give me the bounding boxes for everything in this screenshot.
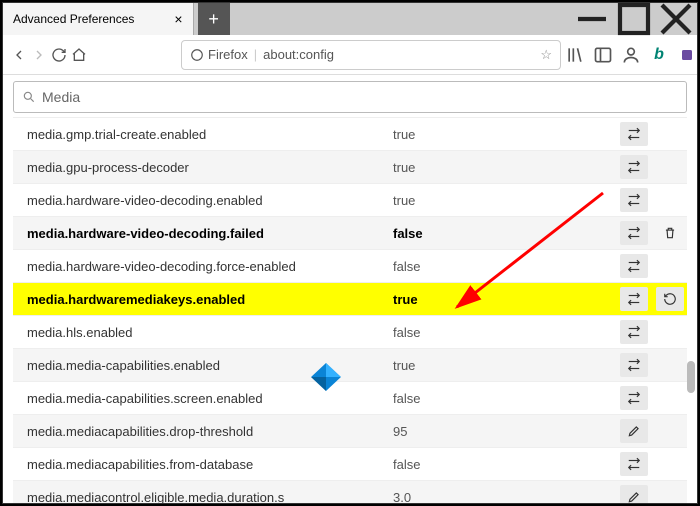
- sidebar-icon[interactable]: [593, 45, 613, 65]
- toggle-button[interactable]: [620, 122, 648, 146]
- pref-value: false: [393, 391, 615, 406]
- pref-name: media.media-capabilities.screen.enabled: [13, 391, 393, 406]
- edit-button[interactable]: [620, 485, 648, 503]
- pref-name: media.gpu-process-decoder: [13, 160, 393, 175]
- pref-name: media.hardware-video-decoding.force-enab…: [13, 259, 393, 274]
- titlebar: Advanced Preferences × +: [3, 3, 697, 35]
- pref-value: true: [393, 193, 615, 208]
- navigation-toolbar: Firefox | about:config ☆ b: [3, 35, 697, 75]
- reset-button[interactable]: [656, 287, 684, 311]
- toggle-button[interactable]: [620, 320, 648, 344]
- toggle-button[interactable]: [620, 452, 648, 476]
- identity-box[interactable]: Firefox: [190, 47, 248, 62]
- pref-name: media.gmp.trial-create.enabled: [13, 127, 393, 142]
- toggle-button[interactable]: [620, 221, 648, 245]
- url-bar[interactable]: Firefox | about:config ☆: [181, 40, 561, 70]
- pref-row: media.hls.enabledfalse: [13, 315, 687, 348]
- preferences-table: media.gmp.trial-create.enabledtruemedia.…: [13, 117, 687, 503]
- close-tab-icon[interactable]: ×: [174, 11, 182, 27]
- pref-value: true: [393, 160, 615, 175]
- browser-tab[interactable]: Advanced Preferences ×: [3, 3, 194, 35]
- pref-value: false: [393, 325, 615, 340]
- pref-row: media.hardware-video-decoding.enabledtru…: [13, 183, 687, 216]
- toggle-button[interactable]: [620, 254, 648, 278]
- content-area: Media media.gmp.trial-create.enabledtrue…: [3, 75, 697, 503]
- pref-name: media.hls.enabled: [13, 325, 393, 340]
- toggle-button[interactable]: [620, 188, 648, 212]
- pref-name: media.mediacontrol.eligible.media.durati…: [13, 490, 393, 504]
- pref-value: false: [393, 457, 615, 472]
- url-text: about:config: [263, 47, 534, 62]
- pref-value: true: [393, 292, 615, 307]
- watermark-logo: [311, 363, 341, 391]
- toggle-button[interactable]: [620, 287, 648, 311]
- delete-button[interactable]: [656, 221, 684, 245]
- toggle-button[interactable]: [620, 353, 648, 377]
- pref-row: media.mediacapabilities.from-databasefal…: [13, 447, 687, 480]
- pref-value: false: [393, 226, 615, 241]
- search-value: Media: [42, 89, 80, 105]
- edit-button[interactable]: [620, 419, 648, 443]
- pref-row: media.mediacontrol.eligible.media.durati…: [13, 480, 687, 503]
- tab-title: Advanced Preferences: [13, 12, 134, 26]
- pref-name: media.hardware-video-decoding.enabled: [13, 193, 393, 208]
- pref-name: media.hardwaremediakeys.enabled: [13, 292, 393, 307]
- home-button[interactable]: [71, 41, 87, 69]
- back-button[interactable]: [11, 41, 27, 69]
- toggle-button[interactable]: [620, 386, 648, 410]
- bing-extension-icon[interactable]: b: [649, 45, 669, 65]
- library-icon[interactable]: [565, 45, 585, 65]
- toggle-button[interactable]: [620, 155, 648, 179]
- pref-value: false: [393, 259, 615, 274]
- search-icon: [22, 90, 36, 104]
- pref-row: media.gpu-process-decodertrue: [13, 150, 687, 183]
- pref-value: 95: [393, 424, 615, 439]
- pref-row: media.gmp.trial-create.enabledtrue: [13, 117, 687, 150]
- close-window-button[interactable]: [655, 3, 697, 35]
- extension-icon[interactable]: [677, 45, 697, 65]
- minimize-button[interactable]: [571, 3, 613, 35]
- scrollbar-thumb[interactable]: [687, 361, 695, 393]
- app-window: Advanced Preferences × + Firefox | about…: [2, 2, 698, 504]
- reload-button[interactable]: [51, 41, 67, 69]
- config-search-input[interactable]: Media: [13, 81, 687, 113]
- pref-value: true: [393, 127, 615, 142]
- maximize-button[interactable]: [613, 3, 655, 35]
- pref-name: media.mediacapabilities.from-database: [13, 457, 393, 472]
- identity-label: Firefox: [208, 47, 248, 62]
- pref-name: media.mediacapabilities.drop-threshold: [13, 424, 393, 439]
- pref-row: media.media-capabilities.screen.enabledf…: [13, 381, 687, 414]
- forward-button[interactable]: [31, 41, 47, 69]
- pref-name: media.hardware-video-decoding.failed: [13, 226, 393, 241]
- bookmark-star-icon[interactable]: ☆: [540, 47, 552, 63]
- pref-row: media.media-capabilities.enabledtrue: [13, 348, 687, 381]
- pref-value: true: [393, 358, 615, 373]
- pref-value: 3.0: [393, 490, 615, 504]
- pref-row: media.hardware-video-decoding.failedfals…: [13, 216, 687, 249]
- pref-row: media.mediacapabilities.drop-threshold95: [13, 414, 687, 447]
- pref-row: media.hardware-video-decoding.force-enab…: [13, 249, 687, 282]
- account-icon[interactable]: [621, 45, 641, 65]
- pref-row: media.hardwaremediakeys.enabledtrue: [13, 282, 687, 315]
- new-tab-button[interactable]: +: [198, 3, 230, 35]
